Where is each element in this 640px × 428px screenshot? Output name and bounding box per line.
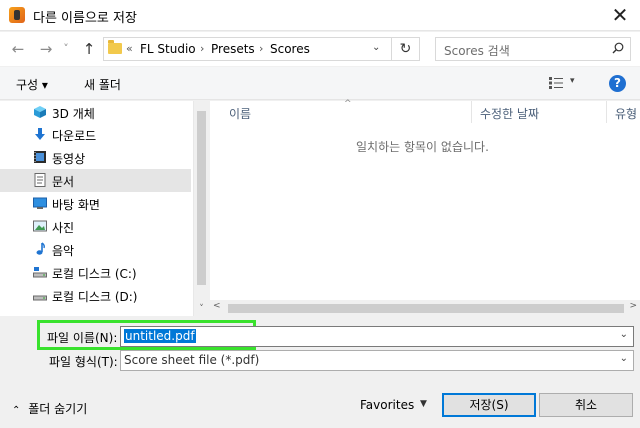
cancel-button[interactable]: 취소	[539, 393, 633, 417]
recent-locations-icon[interactable]: ˅	[60, 40, 72, 58]
sidebar-item-label: 사진	[52, 221, 75, 235]
window-title: 다른 이름으로 저장	[33, 11, 137, 26]
new-folder-button[interactable]: 새 폴더	[84, 76, 121, 93]
scrollbar-thumb[interactable]	[197, 111, 206, 285]
save-button[interactable]: 저장(S)	[442, 393, 536, 417]
sidebar-item-local-disk-d[interactable]: 로컬 디스크 (D:)	[0, 284, 191, 307]
music-icon	[36, 242, 45, 255]
sidebar-item-videos[interactable]: 동영상	[0, 146, 191, 169]
filename-dropdown-icon[interactable]: ⌄	[620, 329, 628, 340]
close-button[interactable]: ✕	[600, 0, 640, 31]
hide-folders-label: 폴더 숨기기	[28, 402, 88, 416]
search-icon	[612, 42, 624, 54]
navigation-scrollbar[interactable]: ˅	[193, 101, 208, 316]
file-list-scrollbar[interactable]: < >	[210, 300, 640, 316]
hide-folders-toggle[interactable]: ⌃ 폴더 숨기기	[12, 400, 87, 417]
breadcrumb-presets[interactable]: Presets	[211, 42, 255, 56]
sidebar-item-documents[interactable]: 문서	[0, 169, 191, 192]
folder-icon	[108, 40, 122, 54]
3d-objects-icon	[34, 106, 46, 118]
search-placeholder: Scores 검색	[444, 44, 510, 58]
filetype-select[interactable]: Score sheet file (*.pdf) ⌄	[120, 350, 634, 371]
scroll-right-icon[interactable]: >	[629, 301, 637, 311]
sidebar-item-label: 문서	[52, 175, 75, 189]
download-icon	[35, 128, 45, 140]
scroll-down-icon[interactable]: ˅	[194, 304, 209, 314]
address-bar[interactable]: « FL Studio › Presets › Scores ⌄	[103, 37, 392, 61]
sidebar-item-desktop[interactable]: 바탕 화면	[0, 192, 191, 215]
command-toolbar: 구성 ▾ 새 폴더 ▾ ?	[0, 67, 640, 100]
video-icon	[34, 151, 46, 163]
filename-value: untitled.pdf	[124, 329, 196, 343]
empty-message: 일치하는 항목이 없습니다.	[356, 140, 489, 154]
sidebar-item-music[interactable]: 음악	[0, 238, 191, 261]
column-divider[interactable]	[606, 101, 607, 123]
sort-ascending-icon: ^	[344, 99, 352, 109]
breadcrumb-separator: ›	[200, 42, 205, 55]
refresh-icon[interactable]: ↻	[392, 37, 420, 61]
sidebar-item-label: 바탕 화면	[52, 198, 100, 212]
file-list: ^ 이름 수정한 날짜 유형 일치하는 항목이 없습니다.	[210, 99, 640, 316]
filetype-label: 파일 형식(T):	[49, 355, 118, 369]
navigation-bar: ← → ˅ ↑ « FL Studio › Presets › Scores ⌄…	[0, 32, 640, 66]
sidebar-item-label: 음악	[52, 244, 75, 258]
up-folder-icon[interactable]: ↑	[80, 40, 98, 58]
sidebar-item-pictures[interactable]: 사진	[0, 215, 191, 238]
sidebar-item-label: 동영상	[52, 152, 86, 166]
drive-icon	[33, 267, 47, 278]
navigation-pane: 3D 개체 다운로드 동영상 문서 바탕 화면 사진 음악 로컬 디스크 (C:…	[0, 101, 193, 316]
forward-icon[interactable]: →	[37, 40, 55, 58]
column-header-name[interactable]: 이름	[229, 105, 251, 122]
sidebar-item-label: 3D 개체	[52, 107, 95, 121]
view-options-icon[interactable]	[549, 77, 563, 89]
filetype-dropdown-icon[interactable]: ⌄	[620, 353, 628, 364]
organize-menu[interactable]: 구성 ▾	[16, 76, 48, 93]
sidebar-item-local-disk-c[interactable]: 로컬 디스크 (C:)	[0, 261, 191, 284]
breadcrumb-fl-studio[interactable]: FL Studio	[140, 42, 196, 56]
favorites-menu[interactable]: Favorites	[360, 398, 414, 412]
view-dropdown-icon[interactable]: ▾	[570, 76, 575, 86]
sidebar-item-label: 로컬 디스크 (C:)	[52, 267, 137, 281]
pictures-icon	[33, 220, 47, 232]
breadcrumb-separator: ›	[259, 42, 264, 55]
address-dropdown-icon[interactable]: ⌄	[372, 42, 380, 53]
fl-studio-app-icon	[9, 7, 25, 23]
breadcrumb-scores[interactable]: Scores	[270, 42, 310, 56]
sidebar-item-downloads[interactable]: 다운로드	[0, 123, 191, 146]
help-icon[interactable]: ?	[609, 75, 626, 92]
favorites-dropdown-icon[interactable]: ▼	[420, 399, 427, 409]
document-icon	[34, 173, 46, 187]
sidebar-item-label: 다운로드	[52, 129, 97, 143]
back-icon[interactable]: ←	[9, 40, 27, 58]
scroll-left-icon[interactable]: <	[213, 301, 221, 311]
filename-label: 파일 이름(N):	[47, 331, 118, 345]
filetype-value: Score sheet file (*.pdf)	[124, 353, 260, 367]
title-bar: 다른 이름으로 저장 ✕	[0, 0, 640, 31]
chevron-up-icon: ⌃	[12, 405, 21, 416]
scrollbar-thumb[interactable]	[228, 304, 624, 313]
search-box[interactable]: Scores 검색	[435, 37, 631, 61]
desktop-icon	[33, 197, 47, 209]
sidebar-item-3d-objects[interactable]: 3D 개체	[0, 101, 191, 124]
sidebar-item-label: 로컬 디스크 (D:)	[52, 290, 138, 304]
filename-field[interactable]: untitled.pdf ⌄	[120, 326, 634, 347]
column-divider[interactable]	[471, 101, 472, 123]
drive-icon	[33, 295, 47, 301]
column-header-date-modified[interactable]: 수정한 날짜	[480, 105, 539, 122]
breadcrumb-overflow[interactable]: «	[126, 42, 133, 55]
column-header-type[interactable]: 유형	[615, 105, 637, 122]
